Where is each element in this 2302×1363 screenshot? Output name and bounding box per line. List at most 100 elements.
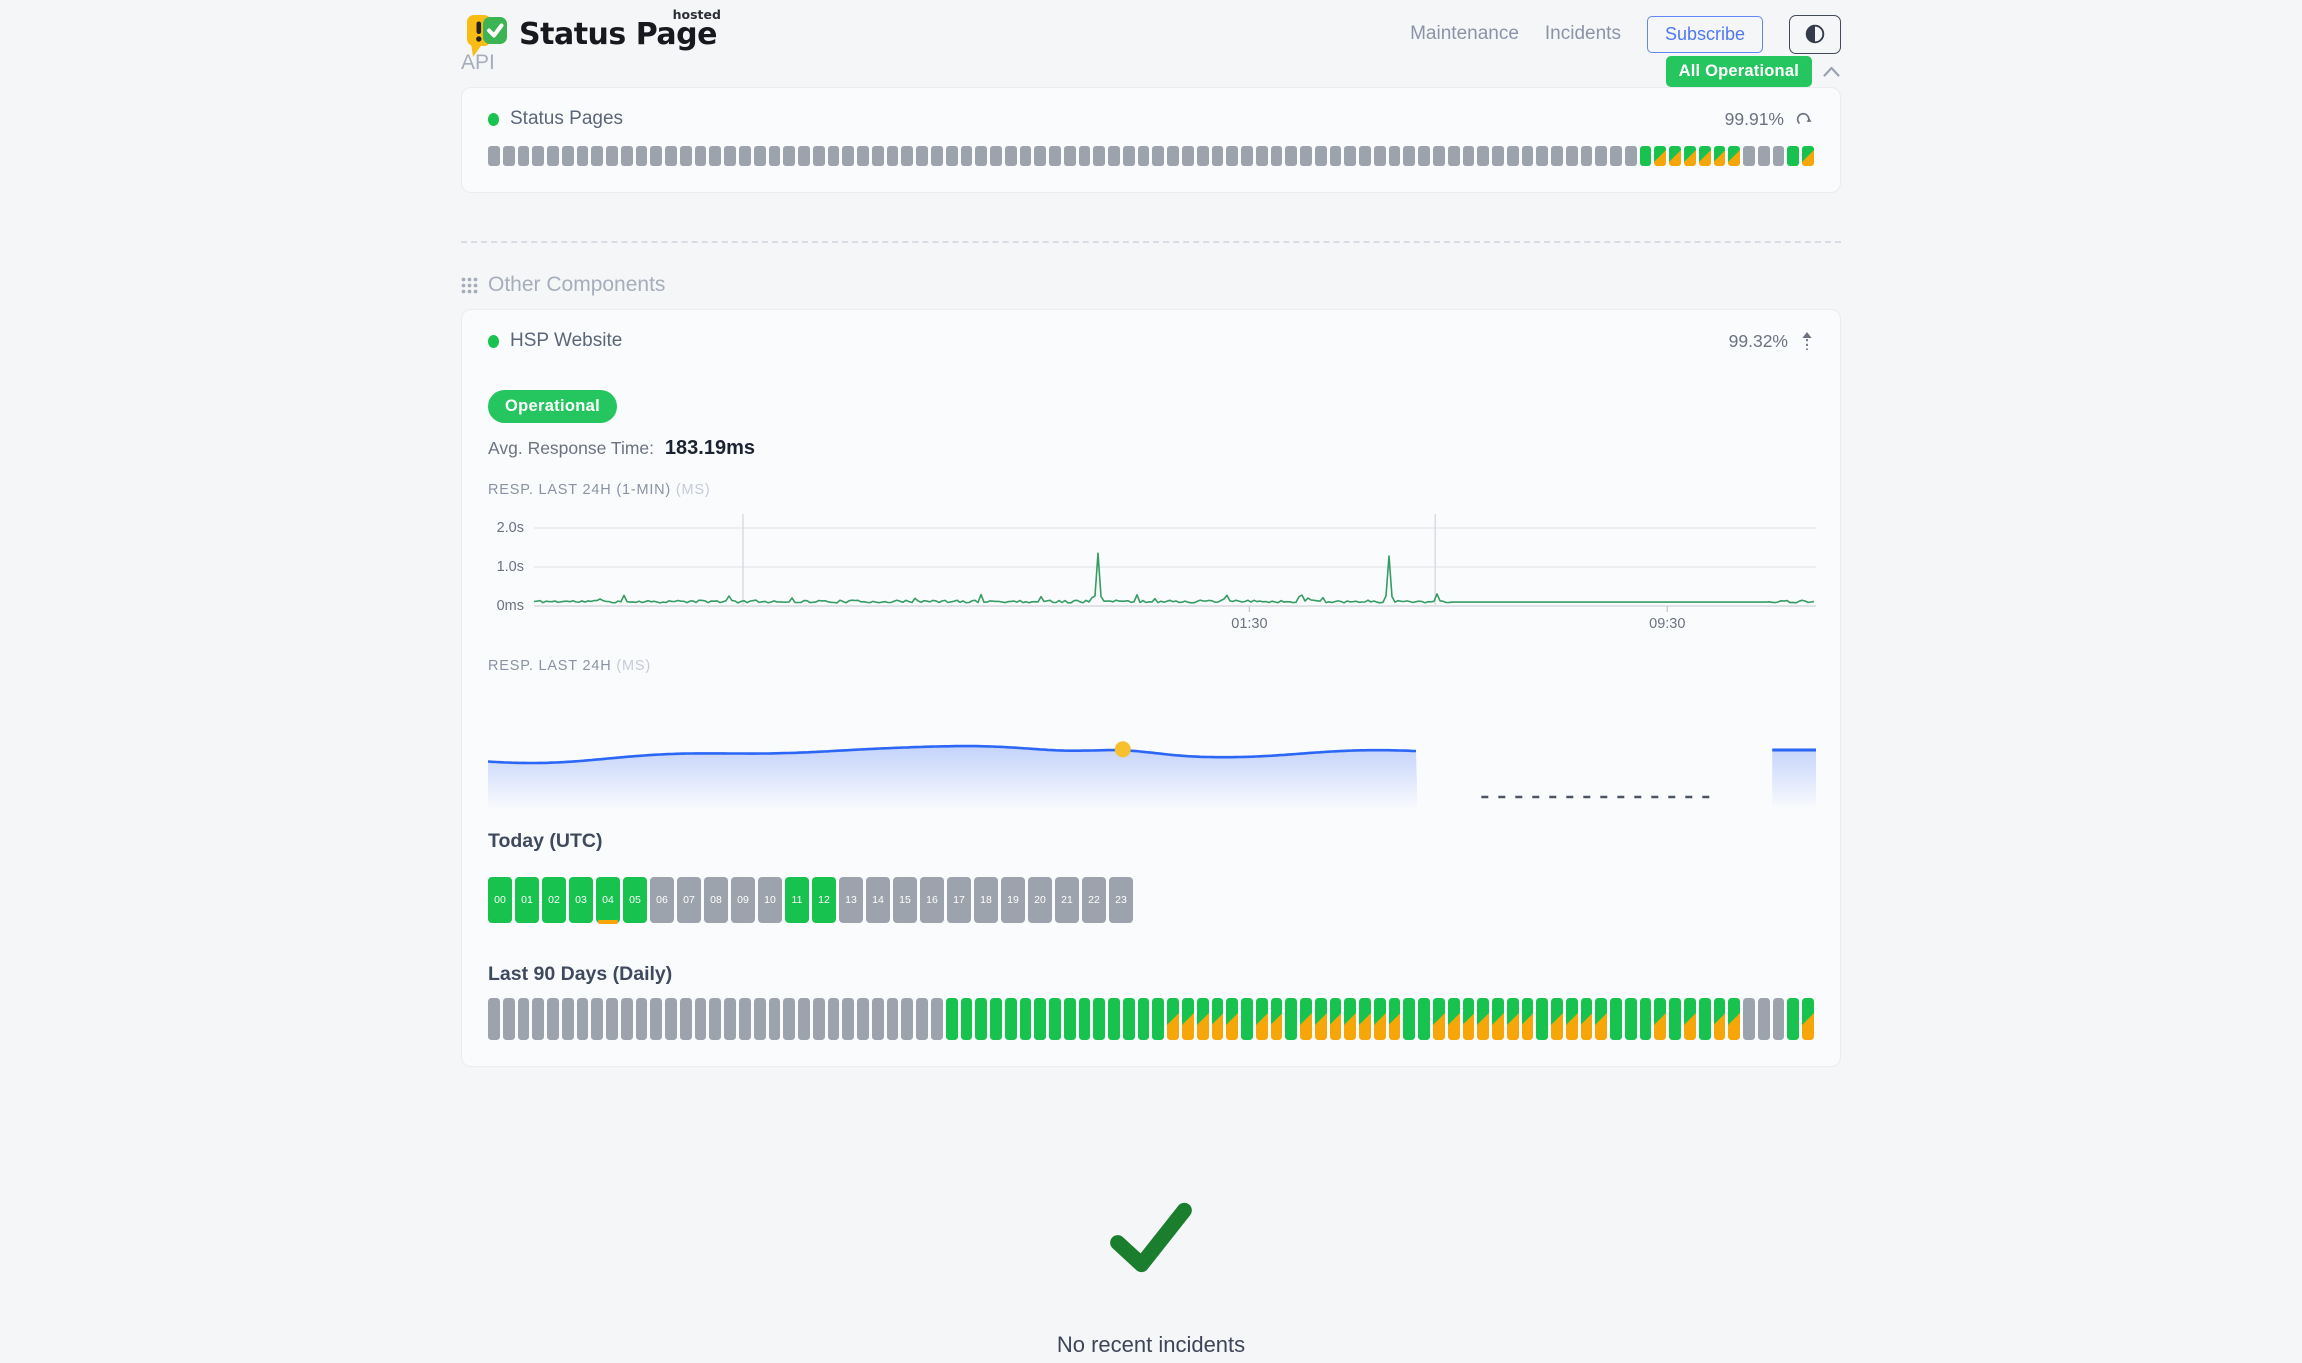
uptime-bar[interactable]: [665, 998, 677, 1040]
uptime-bar[interactable]: [1595, 146, 1607, 166]
uptime-bar[interactable]: [857, 146, 869, 166]
uptime-bar[interactable]: [1743, 998, 1755, 1040]
uptime-bar[interactable]: [1256, 146, 1268, 166]
hour-block[interactable]: 06: [650, 877, 674, 923]
uptime-bar[interactable]: [532, 998, 544, 1040]
uptime-bar[interactable]: [901, 998, 913, 1040]
uptime-bar[interactable]: [488, 146, 500, 166]
uptime-bar[interactable]: [1403, 998, 1415, 1040]
uptime-bar[interactable]: [1699, 146, 1711, 166]
subscribe-button[interactable]: Subscribe: [1647, 16, 1763, 53]
uptime-bar[interactable]: [1271, 998, 1283, 1040]
uptime-bar[interactable]: [636, 998, 648, 1040]
uptime-bar[interactable]: [1330, 146, 1342, 166]
uptime-bar[interactable]: [1758, 146, 1770, 166]
arrow-up-icon[interactable]: [1800, 331, 1814, 351]
uptime-bar[interactable]: [975, 146, 987, 166]
uptime-bar[interactable]: [828, 998, 840, 1040]
component-status-pages[interactable]: Status Pages: [488, 108, 623, 130]
nav-incidents[interactable]: Incidents: [1545, 23, 1621, 45]
uptime-bar[interactable]: [1463, 998, 1475, 1040]
hour-block[interactable]: 21: [1055, 877, 1079, 923]
uptime-bar[interactable]: [931, 146, 943, 166]
uptime-bar[interactable]: [606, 998, 618, 1040]
uptime-bar[interactable]: [754, 998, 766, 1040]
nav-maintenance[interactable]: Maintenance: [1410, 23, 1519, 45]
uptime-bar[interactable]: [1152, 146, 1164, 166]
uptime-bar[interactable]: [577, 146, 589, 166]
uptime-bar[interactable]: [1581, 998, 1593, 1040]
uptime-bar[interactable]: [1064, 998, 1076, 1040]
uptime-bar[interactable]: [1728, 998, 1740, 1040]
uptime-bar[interactable]: [842, 146, 854, 166]
uptime-bar[interactable]: [680, 998, 692, 1040]
uptime-bar[interactable]: [1802, 146, 1814, 166]
uptime-bar[interactable]: [1507, 998, 1519, 1040]
uptime-bar[interactable]: [1492, 998, 1504, 1040]
uptime-bar[interactable]: [1610, 146, 1622, 166]
uptime-bar[interactable]: [1344, 998, 1356, 1040]
uptime-bar[interactable]: [1625, 998, 1637, 1040]
uptime-bar[interactable]: [1138, 998, 1150, 1040]
uptime-bar[interactable]: [1640, 998, 1652, 1040]
uptime-bar[interactable]: [1787, 146, 1799, 166]
uptime-bar[interactable]: [1714, 998, 1726, 1040]
uptime-bar[interactable]: [1285, 146, 1297, 166]
uptime-bar[interactable]: [1123, 146, 1135, 166]
uptime-bar[interactable]: [1093, 146, 1105, 166]
uptime-bar[interactable]: [1330, 998, 1342, 1040]
uptime-bar[interactable]: [798, 998, 810, 1040]
uptime-bar[interactable]: [1079, 146, 1091, 166]
uptime-bar[interactable]: [1787, 998, 1799, 1040]
brand-logo[interactable]: Status Page hosted: [461, 10, 717, 58]
uptime-bar[interactable]: [1448, 146, 1460, 166]
uptime-bar[interactable]: [739, 146, 751, 166]
uptime-bar[interactable]: [1049, 146, 1061, 166]
uptime-bar[interactable]: [1654, 146, 1666, 166]
uptime-bar[interactable]: [842, 998, 854, 1040]
hour-block[interactable]: 08: [704, 877, 728, 923]
uptime-bar[interactable]: [1669, 146, 1681, 166]
uptime-bar[interactable]: [1167, 146, 1179, 166]
hour-block[interactable]: 01: [515, 877, 539, 923]
uptime-bar[interactable]: [1477, 146, 1489, 166]
uptime-bar[interactable]: [872, 998, 884, 1040]
uptime-bar[interactable]: [990, 146, 1002, 166]
uptime-bar[interactable]: [1212, 146, 1224, 166]
uptime-bar[interactable]: [1197, 998, 1209, 1040]
uptime-bar[interactable]: [1714, 146, 1726, 166]
uptime-bar[interactable]: [503, 998, 515, 1040]
uptime-bar[interactable]: [606, 146, 618, 166]
uptime-bar[interactable]: [621, 146, 633, 166]
uptime-bar[interactable]: [1536, 146, 1548, 166]
uptime-bar[interactable]: [754, 146, 766, 166]
uptime-bar[interactable]: [1802, 998, 1814, 1040]
hour-block[interactable]: 23: [1109, 877, 1133, 923]
uptime-bar[interactable]: [769, 146, 781, 166]
hour-block[interactable]: 12: [812, 877, 836, 923]
chevron-up-icon[interactable]: [1822, 65, 1841, 78]
uptime-bar[interactable]: [887, 998, 899, 1040]
hour-block[interactable]: 10: [758, 877, 782, 923]
uptime-bar[interactable]: [518, 998, 530, 1040]
uptime-bar[interactable]: [562, 998, 574, 1040]
uptime-bar[interactable]: [1182, 146, 1194, 166]
uptime-bar[interactable]: [931, 998, 943, 1040]
uptime-bar[interactable]: [946, 998, 958, 1040]
uptime-bar[interactable]: [1522, 146, 1534, 166]
uptime-bar[interactable]: [1640, 146, 1652, 166]
uptime-bar[interactable]: [562, 146, 574, 166]
hour-block[interactable]: 05: [623, 877, 647, 923]
uptime-bar[interactable]: [680, 146, 692, 166]
uptime-bar[interactable]: [1669, 998, 1681, 1040]
hour-block[interactable]: 15: [893, 877, 917, 923]
uptime-bar[interactable]: [1654, 998, 1666, 1040]
uptime-bar[interactable]: [1152, 998, 1164, 1040]
hour-block[interactable]: 07: [677, 877, 701, 923]
uptime-bar[interactable]: [1773, 998, 1785, 1040]
uptime-bar[interactable]: [1049, 998, 1061, 1040]
uptime-bar[interactable]: [1522, 998, 1534, 1040]
uptime-bar[interactable]: [665, 146, 677, 166]
uptime-bar[interactable]: [1610, 998, 1622, 1040]
uptime-bar[interactable]: [1197, 146, 1209, 166]
